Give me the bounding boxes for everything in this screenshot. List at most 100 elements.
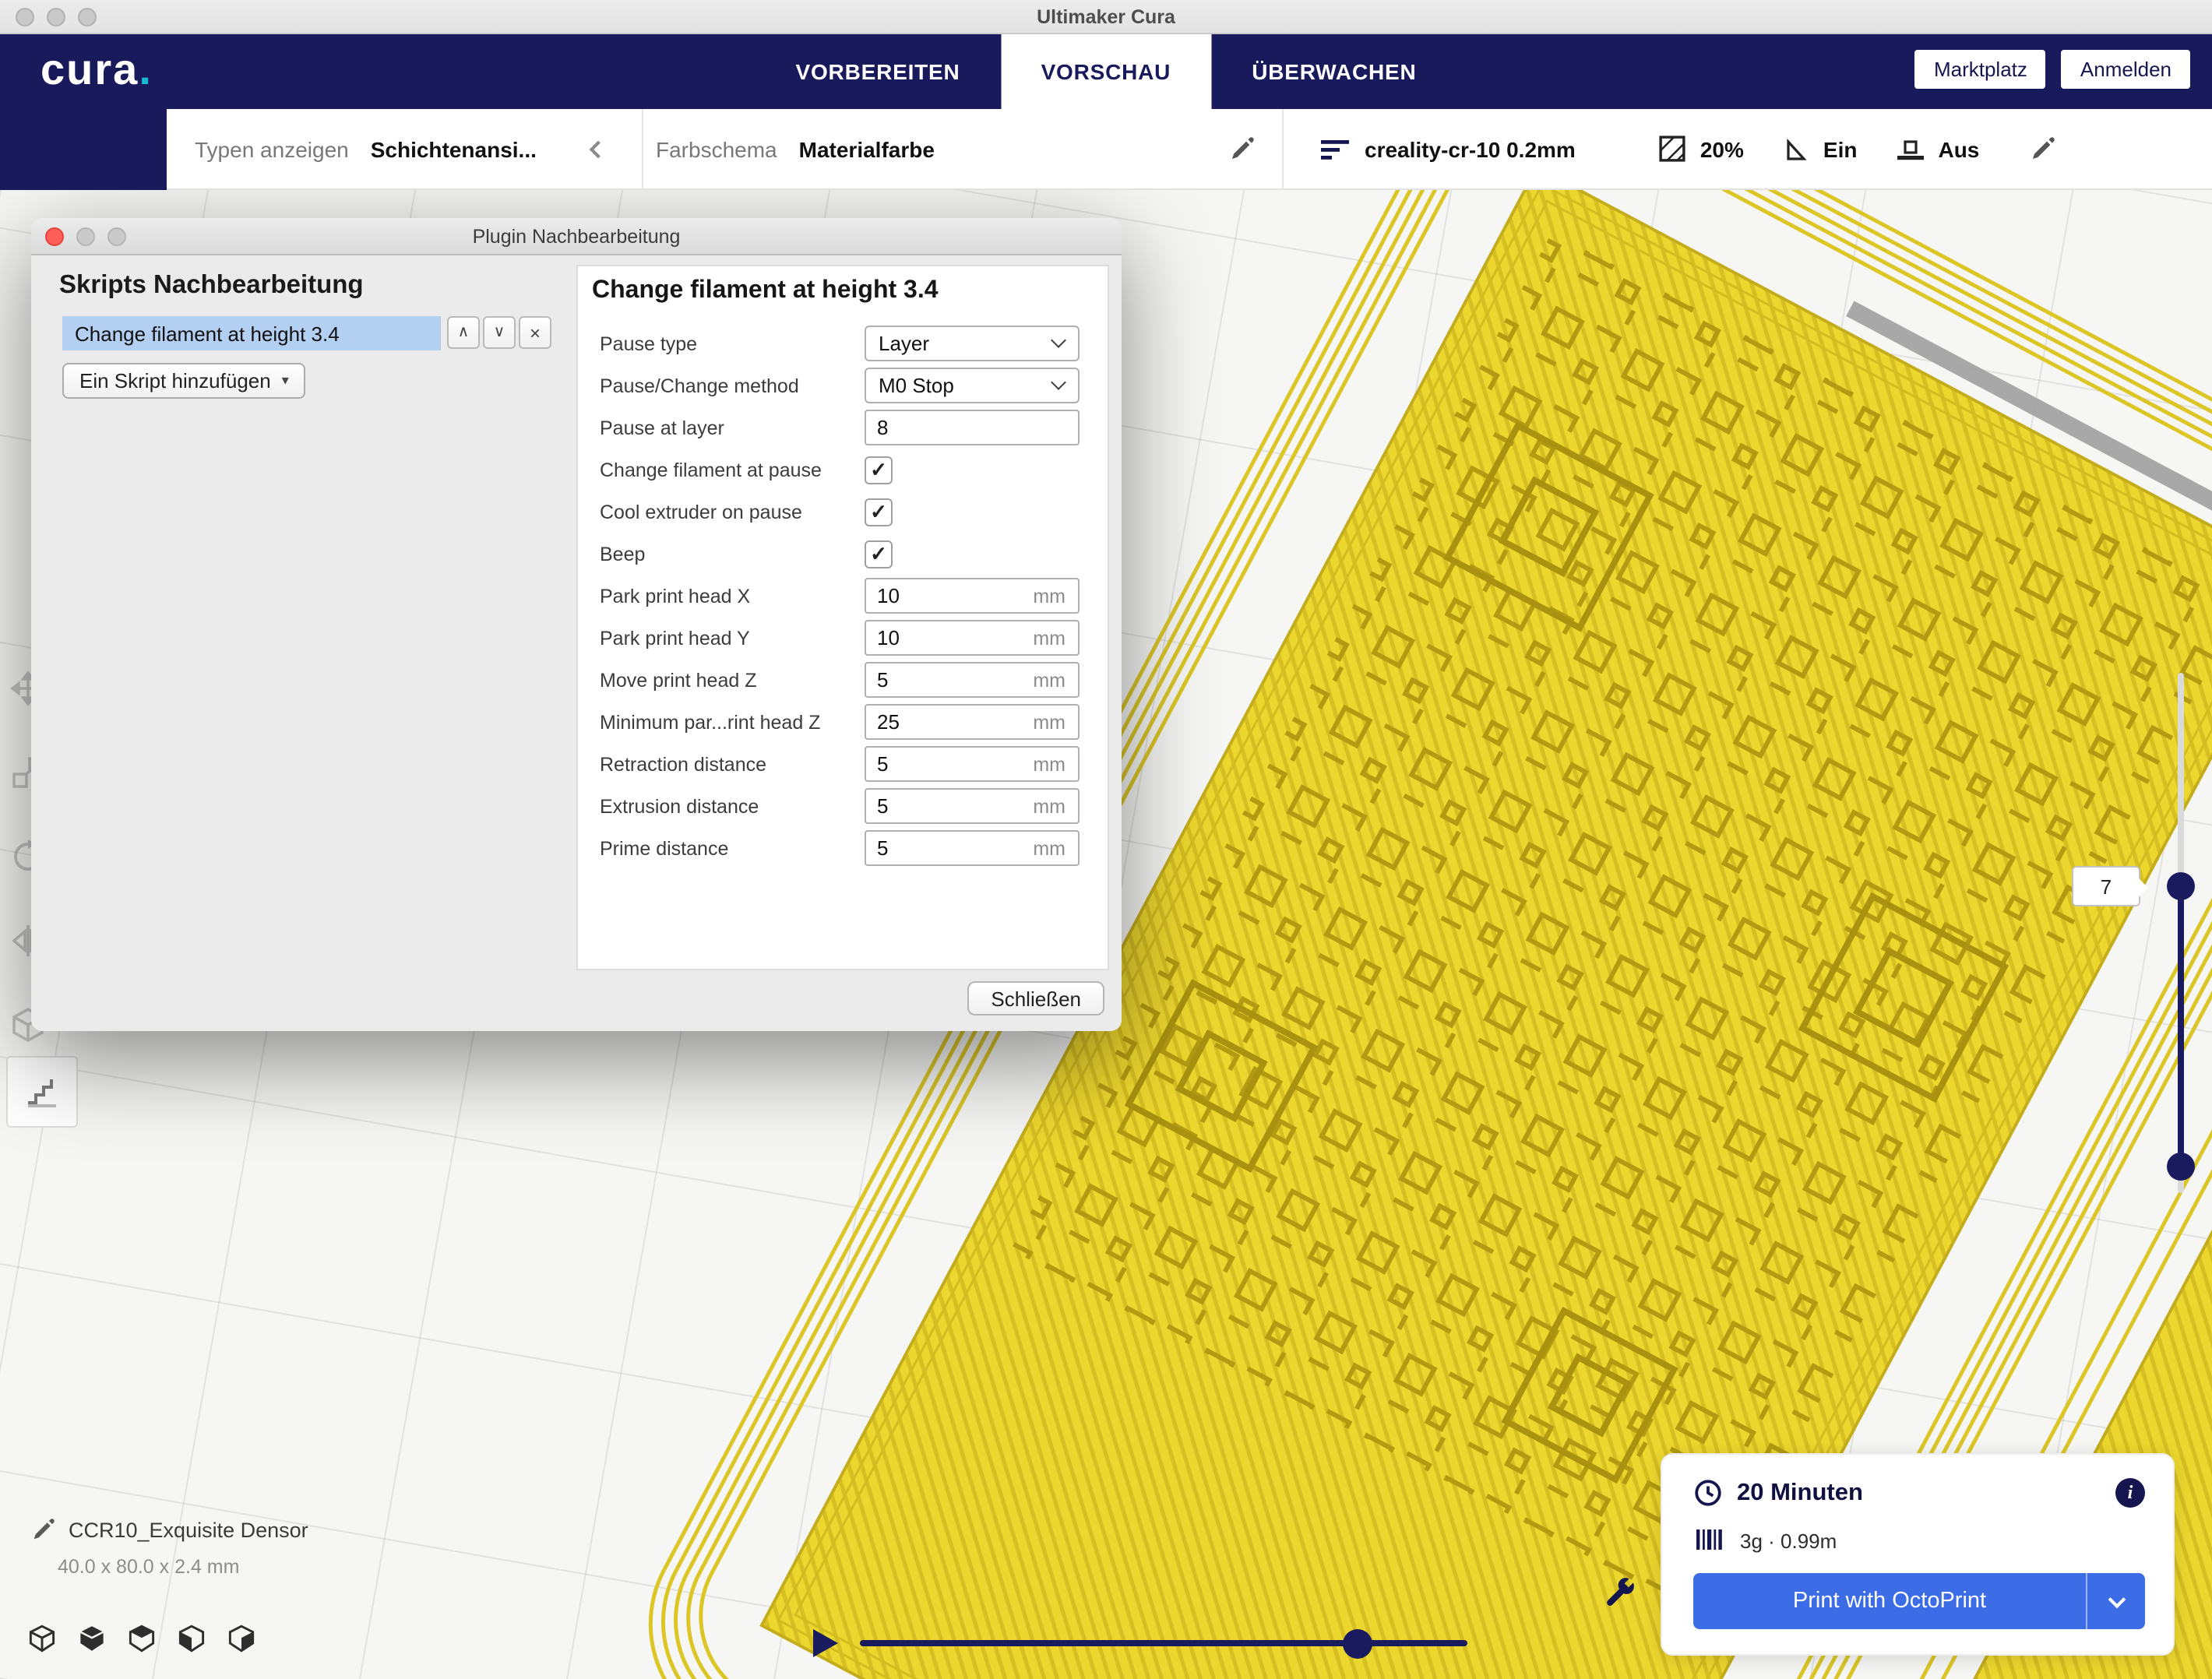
tab-vorschau[interactable]: VORSCHAU	[1001, 34, 1212, 109]
layer-slider-lower-handle[interactable]	[2167, 1153, 2195, 1181]
input-value: 5	[877, 668, 888, 692]
remove-script-button[interactable]: ×	[519, 316, 551, 349]
tab-berwachen[interactable]: ÜBERWACHEN	[1211, 34, 1456, 109]
view-top-icon[interactable]	[128, 1624, 156, 1653]
extrusion-distance-input[interactable]: 5mm	[865, 788, 1080, 824]
unit-label: mm	[1033, 711, 1065, 733]
printer-profile[interactable]: creality-cr-10 0.2mm	[1365, 136, 1576, 161]
settings-heading: Change filament at height 3.4	[592, 277, 939, 305]
move-script-up-button[interactable]: ∧	[447, 316, 480, 349]
infill-value[interactable]: 20%	[1700, 136, 1744, 161]
extrusion-distance-label: Extrusion distance	[578, 795, 865, 817]
cura-logo: cura.	[41, 45, 153, 95]
play-button[interactable]	[813, 1629, 838, 1657]
field-row: Pause at layer8	[578, 407, 1108, 449]
zoom-window-button[interactable]	[78, 8, 97, 26]
pause-at-layer-input[interactable]: 8	[865, 410, 1080, 445]
park-print-head-x-input[interactable]: 10mm	[865, 578, 1080, 614]
camera-view-buttons	[28, 1624, 255, 1653]
add-script-dropdown[interactable]: Ein Skript hinzufügen ▾	[62, 363, 306, 399]
input-value: 5	[877, 752, 888, 776]
print-options-caret[interactable]	[2086, 1573, 2145, 1629]
minimum-par-rint-head-z-input[interactable]: 25mm	[865, 704, 1080, 740]
minimize-window-button[interactable]	[47, 8, 65, 26]
select-value: M0 Stop	[879, 374, 954, 397]
input-value: 10	[877, 626, 900, 649]
cura-app: 7 CCR10_Exquisite Densor 40.0 x 80.0 x 2…	[0, 0, 2212, 1679]
signin-button[interactable]: Anmelden	[2062, 50, 2190, 89]
view-3d-icon[interactable]	[28, 1624, 56, 1653]
dropdown-caret-icon: ▾	[282, 372, 289, 389]
pause-change-method-select[interactable]: M0 Stop	[865, 368, 1080, 403]
retraction-distance-input[interactable]: 5mm	[865, 746, 1080, 782]
minimum-par-rint-head-z-label: Minimum par...rint head Z	[578, 711, 865, 733]
pause-at-layer-label: Pause at layer	[578, 417, 865, 438]
layer-slider-range[interactable]	[2178, 886, 2184, 1167]
adhesion-value[interactable]: Aus	[1938, 136, 1979, 161]
dialog-close-button[interactable]	[45, 227, 64, 246]
edit-pencil-icon[interactable]	[1229, 136, 1254, 161]
object-list-panel[interactable]	[6, 1056, 78, 1128]
model-dimensions: 40.0 x 80.0 x 2.4 mm	[58, 1556, 308, 1578]
print-button-label: Print with OctoPrint	[1693, 1573, 2086, 1629]
cool-extruder-on-pause-label: Cool extruder on pause	[578, 501, 865, 523]
layer-slider[interactable]: 7	[2168, 673, 2193, 1193]
edit-pencil-icon[interactable]	[31, 1519, 55, 1542]
color-scheme-value[interactable]: Materialfarbe	[799, 136, 935, 161]
adjust-wrench-icon[interactable]	[1601, 1576, 1637, 1612]
main-header: cura. VORBEREITENVORSCHAUÜBERWACHEN Mark…	[0, 34, 2212, 109]
support-value[interactable]: Ein	[1823, 136, 1858, 161]
move-script-down-button[interactable]: ∨	[483, 316, 516, 349]
script-list-item-selected[interactable]: Change filament at height 3.4	[62, 316, 441, 350]
brand-block	[0, 109, 167, 190]
layer-number-chip: 7	[2072, 866, 2140, 906]
material-usage-icon	[1696, 1529, 1724, 1553]
field-row: Move print head Z5mm	[578, 659, 1108, 701]
park-print-head-y-input[interactable]: 10 mm	[865, 620, 1080, 656]
view-type-value[interactable]: Schichtenansi...	[371, 136, 537, 161]
dialog-titlebar[interactable]: Plugin Nachbearbeitung	[31, 218, 1122, 255]
window-title: Ultimaker Cura	[1037, 5, 1175, 27]
move-print-head-z-input[interactable]: 5mm	[865, 662, 1080, 698]
close-window-button[interactable]	[16, 8, 34, 26]
cool-extruder-on-pause-checkbox[interactable]: ✓	[865, 498, 893, 526]
print-info-card: 20 Minuten i 3g · 0.99m Print with OctoP…	[1661, 1453, 2175, 1656]
change-filament-at-pause-label: Change filament at pause	[578, 459, 865, 480]
field-row: Beep✓	[578, 533, 1108, 575]
support-icon	[1784, 136, 1809, 161]
unit-label: mm	[1033, 795, 1065, 817]
model-name: CCR10_Exquisite Densor	[69, 1519, 308, 1542]
print-time: 20 Minuten	[1737, 1479, 1863, 1507]
prime-distance-input[interactable]: 5mm	[865, 830, 1080, 866]
tab-vorbereiten[interactable]: VORBEREITEN	[756, 34, 1001, 109]
field-row: Minimum par...rint head Z25mm	[578, 701, 1108, 743]
playback-slider-track[interactable]	[860, 1640, 1467, 1646]
info-icon[interactable]: i	[2115, 1478, 2145, 1508]
stage-tabs: VORBEREITENVORSCHAUÜBERWACHEN	[756, 34, 1457, 109]
input-value: 10	[877, 584, 900, 607]
dialog-title: Plugin Nachbearbeitung	[473, 225, 681, 247]
playback-slider-handle[interactable]	[1343, 1629, 1372, 1659]
view-right-icon[interactable]	[227, 1624, 255, 1653]
edit-settings-pencil-icon[interactable]	[2029, 136, 2054, 161]
dialog-fields: Pause typeLayerPause/Change methodM0 Sto…	[578, 322, 1108, 869]
pause-type-select[interactable]: Layer	[865, 326, 1080, 361]
collapse-chevron-icon[interactable]	[590, 140, 608, 158]
retraction-distance-label: Retraction distance	[578, 753, 865, 775]
beep-checkbox[interactable]: ✓	[865, 540, 893, 568]
print-with-octoprint-button[interactable]: Print with OctoPrint	[1693, 1573, 2145, 1629]
change-filament-at-pause-checkbox[interactable]: ✓	[865, 456, 893, 484]
field-row: Cool extruder on pause✓	[578, 491, 1108, 533]
close-dialog-button[interactable]: Schließen	[967, 981, 1104, 1015]
layer-slider-upper-handle[interactable]	[2167, 872, 2195, 900]
chevron-down-icon	[1051, 375, 1066, 390]
script-settings-panel: Change filament at height 3.4 Pause type…	[576, 265, 1109, 970]
dialog-zoom-button	[107, 227, 126, 246]
infill-icon	[1660, 136, 1686, 162]
unit-label: mm	[1033, 627, 1065, 649]
view-front-icon[interactable]	[78, 1624, 106, 1653]
marketplace-button[interactable]: Marktplatz	[1915, 50, 2046, 89]
view-left-icon[interactable]	[178, 1624, 206, 1653]
field-row: Change filament at pause✓	[578, 449, 1108, 491]
chevron-down-icon	[2108, 1590, 2126, 1608]
